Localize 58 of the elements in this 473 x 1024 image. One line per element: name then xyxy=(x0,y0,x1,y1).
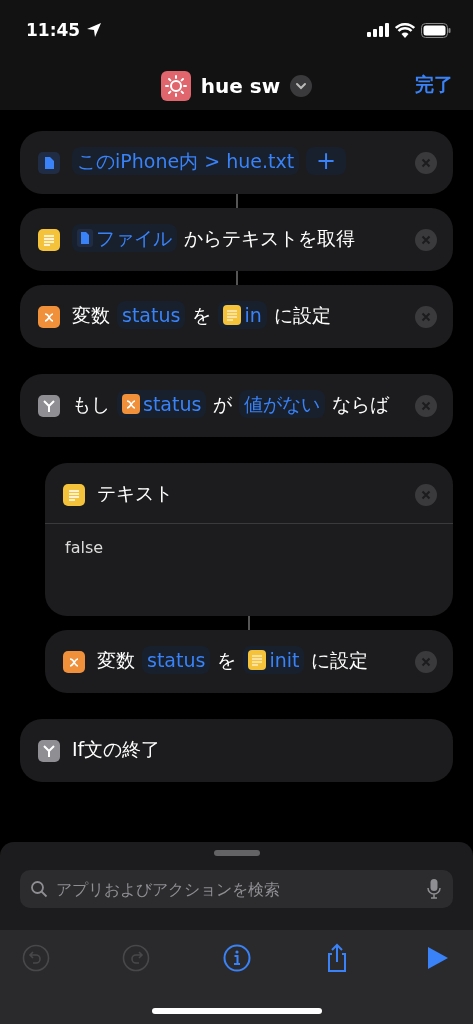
parameter-token[interactable]: status xyxy=(117,390,207,418)
action-text: 変数 xyxy=(97,648,135,673)
branch-icon xyxy=(38,740,60,762)
close-icon[interactable] xyxy=(415,306,437,328)
close-icon[interactable] xyxy=(415,484,437,506)
close-icon[interactable] xyxy=(415,152,437,174)
location-arrow-icon xyxy=(86,22,103,38)
action-card[interactable]: このiPhone内 > hue.txt + xyxy=(20,131,453,194)
text-lines-icon xyxy=(223,305,242,325)
text-lines-icon xyxy=(38,229,60,251)
done-button[interactable]: 完了 xyxy=(415,72,453,98)
action-card[interactable]: ファイル からテキストを取得 xyxy=(20,208,453,271)
search-field[interactable]: アプリおよびアクションを検索 xyxy=(20,870,453,908)
action-text: If文の終了 xyxy=(72,737,161,762)
action-text: テキスト xyxy=(97,481,173,506)
signal-icon xyxy=(367,23,389,37)
action-text: 変数 xyxy=(72,303,110,328)
parameter-token[interactable]: ファイル xyxy=(72,224,177,252)
text-lines-icon xyxy=(63,484,85,506)
parameter-token[interactable]: init xyxy=(243,646,305,674)
parameter-token[interactable]: in xyxy=(218,301,267,329)
parameter-token[interactable]: 値がない xyxy=(239,390,326,418)
action-text: に設定 xyxy=(311,648,369,673)
add-button[interactable]: + xyxy=(306,147,347,175)
close-icon[interactable] xyxy=(415,651,437,673)
action-text: もし xyxy=(72,392,110,417)
shortcut-title[interactable]: hue sw xyxy=(200,74,281,98)
variable-icon xyxy=(63,651,85,673)
text-content[interactable]: false xyxy=(45,523,453,597)
text-lines-icon xyxy=(248,650,267,670)
action-text: ならば xyxy=(332,392,390,417)
action-card[interactable]: もし status が 値がない ならば xyxy=(20,374,453,437)
action-text: が xyxy=(213,392,233,417)
parameter-token[interactable]: status xyxy=(142,646,211,674)
search-icon xyxy=(30,880,48,898)
action-text: に設定 xyxy=(273,303,331,328)
action-text: からテキストを取得 xyxy=(184,226,355,251)
status-time: 11:45 xyxy=(26,20,81,40)
action-card[interactable]: テキスト false xyxy=(45,463,453,616)
battery-icon xyxy=(421,22,451,38)
branch-icon xyxy=(38,395,60,417)
wifi-icon xyxy=(395,22,415,38)
action-card[interactable]: 変数 status を in に設定 xyxy=(20,285,453,348)
parameter-token[interactable]: status xyxy=(117,301,186,329)
action-text: を xyxy=(192,303,212,328)
parameter-token[interactable]: このiPhone内 > hue.txt xyxy=(72,147,300,175)
action-card[interactable]: If文の終了 xyxy=(20,719,453,782)
document-icon xyxy=(77,229,93,247)
variable-icon xyxy=(38,306,60,328)
close-icon[interactable] xyxy=(415,229,437,251)
action-text: を xyxy=(217,648,237,673)
variable-icon xyxy=(122,394,140,414)
microphone-icon[interactable] xyxy=(427,879,441,899)
search-input[interactable]: アプリおよびアクションを検索 xyxy=(54,878,421,900)
close-icon[interactable] xyxy=(415,395,437,417)
action-card[interactable]: 変数 status を init に設定 xyxy=(45,630,453,693)
document-icon xyxy=(38,152,60,174)
chevron-down-icon[interactable] xyxy=(290,75,313,97)
